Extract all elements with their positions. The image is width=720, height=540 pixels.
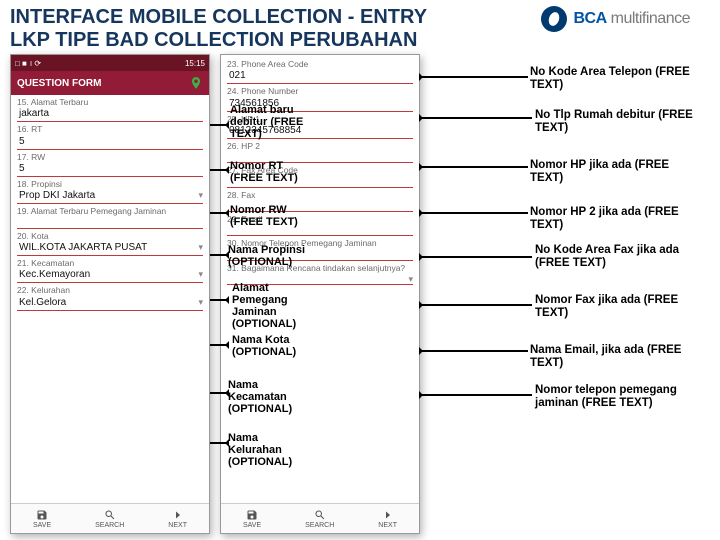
save-button[interactable]: SAVE (33, 509, 51, 529)
q17-value[interactable]: 5 (17, 162, 203, 177)
next-button[interactable]: NEXT (168, 509, 187, 529)
anno-fax: Nomor Fax jika ada (FREE TEXT) (535, 294, 705, 319)
arrow-icon (420, 304, 532, 306)
anno-propinsi: Nama Propinsi (OPTIONAL) (228, 244, 323, 268)
arrow-icon (210, 442, 228, 444)
arrow-icon (420, 256, 532, 258)
q20-label: 20. Kota (17, 232, 203, 241)
anno-hp1: Nomor HP jika ada (FREE TEXT) (530, 159, 700, 184)
q18-label: 18. Propinsi (17, 180, 203, 189)
anno-nomor-rw: Nomor RW (FREE TEXT) (230, 204, 315, 228)
q20-value[interactable]: WIL.KOTA JAKARTA PUSAT (17, 241, 203, 256)
arrow-icon (210, 299, 228, 301)
map-pin-icon (189, 76, 203, 90)
arrow-icon (210, 344, 228, 346)
search-label-2: SEARCH (305, 522, 334, 529)
q22-value[interactable]: Kel.Gelora (17, 296, 203, 311)
anno-kota: Nama Kota (OPTIONAL) (232, 334, 317, 358)
arrow-icon (210, 169, 228, 171)
q20[interactable]: 20. KotaWIL.KOTA JAKARTA PUSAT (17, 232, 203, 256)
logo-text-2: multifinance (611, 10, 690, 28)
arrow-icon (420, 212, 528, 214)
search-button[interactable]: SEARCH (95, 509, 124, 529)
save-label: SAVE (33, 522, 51, 529)
q24-label: 24. Phone Number (227, 87, 413, 96)
arrow-icon (420, 394, 532, 396)
q17[interactable]: 17. RW5 (17, 153, 203, 177)
q19-label: 19. Alamat Terbaru Pemegang Jaminan (17, 207, 203, 216)
search-button-2[interactable]: SEARCH (305, 509, 334, 529)
search-label: SEARCH (95, 522, 124, 529)
q19[interactable]: 19. Alamat Terbaru Pemegang Jaminan (17, 207, 203, 228)
q18-value[interactable]: Prop DKI Jakarta (17, 189, 203, 204)
q26-label: 26. HP 2 (227, 142, 413, 151)
q19-value[interactable] (17, 217, 203, 229)
arrow-icon (210, 392, 228, 394)
q23[interactable]: 23. Phone Area Code021 (227, 60, 413, 84)
anno-alamat-jaminan: Alamat Pemegang Jaminan (OPTIONAL) (232, 282, 317, 330)
form-body-left: 15. Alamat Terbarujakarta 16. RT5 17. RW… (11, 95, 209, 503)
q16[interactable]: 16. RT5 (17, 125, 203, 149)
arrow-icon (420, 350, 528, 352)
logo-text-1: BCA (573, 10, 606, 28)
q22-label: 22. Kelurahan (17, 286, 203, 295)
phone-left: □ ■ । ⟳ 15:15 QUESTION FORM 15. Alamat T… (10, 54, 210, 534)
bottom-bar-2: SAVE SEARCH NEXT (221, 503, 419, 533)
anno-kecamatan: Nama Kecamatan (OPTIONAL) (228, 379, 313, 415)
anno-alamat-baru: Alamat baru debitur (FREE TEXT) (230, 104, 315, 140)
status-left: □ ■ । ⟳ (15, 58, 41, 69)
anno-nomor-rt: Nomor RT (FREE TEXT) (230, 160, 315, 184)
anno-tlp-rumah: No Tlp Rumah debitur (FREE TEXT) (535, 109, 705, 134)
anno-email: Nama Email, jika ada (FREE TEXT) (530, 344, 715, 369)
logo-icon (541, 6, 567, 32)
bottom-bar: SAVE SEARCH NEXT (11, 503, 209, 533)
save-label-2: SAVE (243, 522, 261, 529)
q21[interactable]: 21. KecamatanKec.Kemayoran (17, 259, 203, 283)
arrow-icon (420, 117, 532, 119)
q16-value[interactable]: 5 (17, 135, 203, 150)
q18[interactable]: 18. PropinsiProp DKI Jakarta (17, 180, 203, 204)
brand-logo: BCA multifinance (541, 6, 690, 32)
q15[interactable]: 15. Alamat Terbarujakarta (17, 98, 203, 122)
status-bar: □ ■ । ⟳ 15:15 (11, 55, 209, 71)
save-button-2[interactable]: SAVE (243, 509, 261, 529)
anno-hp2: Nomor HP 2 jika ada (FREE TEXT) (530, 206, 715, 231)
q23-value[interactable]: 021 (227, 69, 413, 84)
anno-fax-area: No Kode Area Fax jika ada (FREE TEXT) (535, 244, 705, 269)
appbar-title: QUESTION FORM (17, 78, 101, 89)
next-label-2: NEXT (378, 522, 397, 529)
q21-label: 21. Kecamatan (17, 259, 203, 268)
anno-area-telepon: No Kode Area Telepon (FREE TEXT) (530, 66, 700, 91)
arrow-icon (210, 212, 228, 214)
q15-value[interactable]: jakarta (17, 107, 203, 122)
arrow-icon (420, 76, 528, 78)
arrow-icon (210, 254, 228, 256)
next-label: NEXT (168, 522, 187, 529)
q21-value[interactable]: Kec.Kemayoran (17, 268, 203, 283)
q23-label: 23. Phone Area Code (227, 60, 413, 69)
arrow-icon (210, 124, 228, 126)
q22[interactable]: 22. KelurahanKel.Gelora (17, 286, 203, 310)
q17-label: 17. RW (17, 153, 203, 162)
anno-tlp-jaminan: Nomor telepon pemegang jaminan (FREE TEX… (535, 384, 705, 409)
status-time: 15:15 (185, 59, 205, 68)
q28-label: 28. Fax (227, 191, 413, 200)
anno-kelurahan: Nama Kelurahan (OPTIONAL) (228, 432, 313, 468)
q15-label: 15. Alamat Terbaru (17, 98, 203, 107)
next-button-2[interactable]: NEXT (378, 509, 397, 529)
arrow-icon (420, 166, 528, 168)
q16-label: 16. RT (17, 125, 203, 134)
app-bar: QUESTION FORM (11, 71, 209, 95)
